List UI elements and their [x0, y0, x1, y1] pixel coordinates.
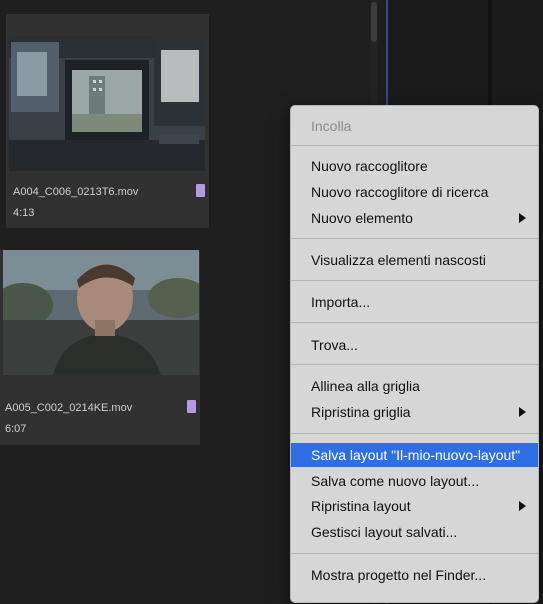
menu-separator	[291, 322, 538, 323]
label-color-swatch[interactable]	[196, 184, 205, 197]
premiere-workspace: A004_C006_0213T6.mov 4:13 A005_C002_0214…	[0, 0, 543, 604]
menu-item-save-layout[interactable]: Salva layout "Il-mio-nuovo-layout"	[291, 443, 538, 467]
menu-item-reset-layout[interactable]: Ripristina layout	[291, 494, 538, 518]
menu-item-label: Mostra progetto nel Finder...	[311, 567, 487, 583]
menu-item-paste: Incolla	[291, 114, 538, 138]
menu-item-label: Incolla	[311, 118, 352, 134]
clip-name[interactable]: A004_C006_0213T6.mov	[13, 186, 138, 198]
menu-item-label: Salva come nuovo layout...	[311, 473, 480, 489]
menu-item-label: Importa...	[311, 294, 371, 310]
menu-item-new-item[interactable]: Nuovo elemento	[291, 206, 538, 230]
menu-separator	[291, 553, 538, 554]
menu-item-new-bin[interactable]: Nuovo raccoglitore	[291, 154, 538, 178]
menu-separator	[291, 145, 538, 146]
clip-name[interactable]: A005_C002_0214KE.mov	[5, 402, 132, 414]
clip-duration: 4:13	[13, 207, 35, 219]
menu-item-label: Salva layout "Il-mio-nuovo-layout"	[311, 447, 521, 463]
menu-separator	[291, 364, 538, 365]
clip-thumbnail[interactable]	[9, 36, 205, 171]
context-menu: Incolla Nuovo raccoglitore Nuovo raccogl…	[290, 105, 539, 603]
menu-item-save-new-layout[interactable]: Salva come nuovo layout...	[291, 469, 538, 493]
menu-item-show-hidden[interactable]: Visualizza elementi nascosti	[291, 248, 538, 272]
label-color-swatch[interactable]	[187, 400, 196, 413]
clip-tile[interactable]: A004_C006_0213T6.mov 4:13	[6, 14, 209, 228]
menu-item-import[interactable]: Importa...	[291, 290, 538, 314]
menu-item-reveal-in-finder[interactable]: Mostra progetto nel Finder...	[291, 563, 538, 587]
menu-separator	[291, 433, 538, 434]
menu-item-label: Gestisci layout salvati...	[311, 524, 458, 540]
clip-duration: 6:07	[5, 423, 27, 435]
menu-item-label: Nuovo raccoglitore di ricerca	[311, 184, 489, 200]
menu-item-find[interactable]: Trova...	[291, 333, 538, 357]
menu-item-reset-grid[interactable]: Ripristina griglia	[291, 400, 538, 424]
menu-item-label: Visualizza elementi nascosti	[311, 252, 486, 268]
menu-item-label: Nuovo elemento	[311, 210, 413, 226]
menu-separator	[291, 238, 538, 239]
submenu-arrow-icon	[519, 407, 526, 417]
scrollbar-thumb[interactable]	[371, 2, 377, 42]
menu-separator	[291, 280, 538, 281]
menu-item-label: Ripristina griglia	[311, 404, 411, 420]
menu-item-label: Allinea alla griglia	[311, 378, 420, 394]
menu-item-label: Trova...	[311, 337, 358, 353]
menu-item-label: Nuovo raccoglitore	[311, 158, 428, 174]
submenu-arrow-icon	[519, 501, 526, 511]
clip-tile[interactable]: A005_C002_0214KE.mov 6:07	[0, 250, 200, 445]
menu-item-label: Ripristina layout	[311, 498, 411, 514]
submenu-arrow-icon	[519, 213, 526, 223]
menu-item-new-search-bin[interactable]: Nuovo raccoglitore di ricerca	[291, 180, 538, 204]
clip-thumbnail[interactable]	[3, 250, 199, 375]
menu-item-manage-layouts[interactable]: Gestisci layout salvati...	[291, 520, 538, 544]
menu-item-align-grid[interactable]: Allinea alla griglia	[291, 374, 538, 398]
